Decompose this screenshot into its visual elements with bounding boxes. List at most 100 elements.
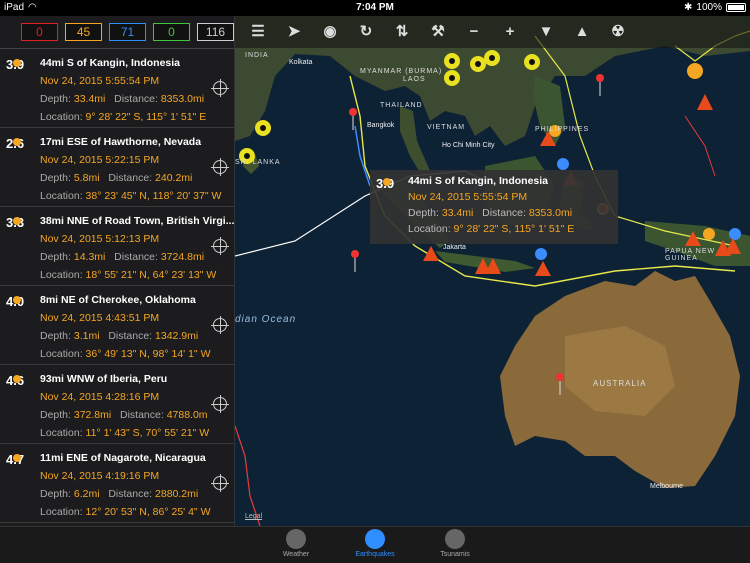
- filter-chip[interactable]: 0: [21, 23, 58, 41]
- quake-place: 11mi ENE of Nagarote, Nicaragua: [40, 452, 206, 464]
- city-bangkok: Bangkok: [367, 122, 395, 129]
- quake-time: Nov 24, 2015 5:12:13 PM: [40, 233, 160, 245]
- quake-location-row: Location: 9° 28' 22" S, 115° 1' 51" E: [40, 111, 234, 123]
- quake-time: Nov 24, 2015 5:55:54 PM: [40, 75, 160, 87]
- label-vietnam: VIETNAM: [427, 124, 466, 131]
- crosshair-icon[interactable]: [211, 316, 229, 334]
- sort-icon[interactable]: ⇅: [389, 19, 415, 45]
- quake-magnitude: 3.9: [6, 57, 24, 72]
- crosshair-icon[interactable]: [211, 79, 229, 97]
- quake-magnitude: 4.6: [6, 373, 24, 388]
- crosshair-icon[interactable]: [211, 395, 229, 413]
- refresh-icon[interactable]: ↻: [353, 19, 379, 45]
- quake-location-row: Location: 36° 49' 13" N, 98° 14' 1" W: [40, 348, 234, 360]
- distance-label: Distance:: [108, 330, 153, 342]
- quake-mag-dot: [13, 296, 21, 304]
- depth-label: Depth:: [40, 172, 71, 184]
- quake-mag-dot: [13, 138, 21, 146]
- quake-time: Nov 24, 2015 4:19:16 PM: [40, 470, 160, 482]
- quake-location: 36° 49' 13" N, 98° 14' 1" W: [85, 348, 211, 360]
- eye-icon[interactable]: ◉: [317, 19, 343, 45]
- callout-distance: 8353.0mi: [528, 207, 573, 219]
- distance-label: Distance:: [114, 93, 158, 105]
- city-melbourne: Melbourne: [650, 483, 684, 490]
- weather-icon: [286, 529, 306, 549]
- map-canvas: [235, 16, 750, 526]
- quake-place: 44mi S of Kangin, Indonesia: [40, 57, 181, 69]
- tab-tsunamis[interactable]: Tsunamis: [425, 529, 485, 558]
- quake-time: Nov 24, 2015 4:28:16 PM: [40, 391, 160, 403]
- battery-percent: 100%: [696, 2, 722, 13]
- depth-label: Depth:: [40, 251, 71, 263]
- quake-depth-row: Depth: 372.8mi Distance: 4788.0m: [40, 409, 234, 421]
- callout-depth-row: Depth: 33.4mi Distance: 8353.0mi: [408, 207, 610, 219]
- callout-mag-dot: [383, 178, 391, 186]
- earthquake-list: 3.9 44mi S of Kangin, Indonesia Nov 24, 20…: [0, 48, 234, 523]
- quake-location-row: Location: 12° 20' 53" N, 86° 25' 4" W: [40, 506, 234, 518]
- quake-location-row: Location: 11° 1' 43" S, 70° 55' 21" W: [40, 427, 234, 439]
- label-philippines: PHILIPPINES: [535, 126, 590, 133]
- callout-location: 9° 28' 22" S, 115° 1' 51" E: [453, 223, 575, 235]
- crosshair-icon[interactable]: [211, 474, 229, 492]
- quake-distance: 4788.0m: [166, 409, 208, 421]
- status-time: 7:04 PM: [356, 2, 394, 13]
- crosshair-icon[interactable]: [211, 237, 229, 255]
- quake-distance: 8353.0mi: [160, 93, 205, 105]
- quake-place: 17mi ESE of Hawthorne, Nevada: [40, 136, 202, 148]
- map-view[interactable]: ☰ ➤ ◉ ↻ ⇅ ⚒ − + ▼ ▲ ☢ INDIA MYANMAR (BURMA) LAOS T…: [235, 16, 750, 526]
- locate-icon[interactable]: ➤: [281, 19, 307, 45]
- filter-chip[interactable]: 116: [197, 23, 234, 41]
- crosshair-icon[interactable]: [211, 158, 229, 176]
- wrench-icon[interactable]: ⚒: [425, 19, 451, 45]
- radiation-icon[interactable]: ☢: [605, 19, 631, 45]
- label-thailand: THAILAND: [380, 102, 423, 109]
- triangle-icon[interactable]: ▲: [569, 19, 595, 45]
- quake-distance: 2880.2mi: [155, 488, 199, 500]
- distance-label: Distance:: [114, 251, 158, 263]
- label-australia: AUSTRALIA: [593, 379, 647, 388]
- quake-place: 38mi NNE of Road Town, British Virgi...: [40, 215, 234, 227]
- magnitude-filters: 0 45 71 0 116: [0, 16, 234, 48]
- quake-depth: 6.2mi: [73, 488, 100, 500]
- quake-location-row: Location: 38° 23' 45" N, 118° 20' 37" W: [40, 190, 234, 202]
- list-item[interactable]: 3.9 44mi S of Kangin, Indonesia Nov 24, 20…: [0, 49, 234, 128]
- zoom-out-icon[interactable]: −: [461, 19, 487, 45]
- quake-location-row: Location: 18° 55' 21" N, 64° 23' 13" W: [40, 269, 234, 281]
- menu-icon[interactable]: ☰: [245, 19, 271, 45]
- tab-label: Weather: [282, 551, 310, 558]
- filter-chip[interactable]: 0: [153, 23, 190, 41]
- callout-location-label: Location:: [408, 223, 451, 235]
- quake-distance: 240.2mi: [155, 172, 193, 184]
- filter-chip[interactable]: 45: [65, 23, 102, 41]
- quake-depth: 14.3mi: [73, 251, 106, 263]
- battery-fill: [728, 5, 744, 10]
- quake-time: Nov 24, 2015 4:43:51 PM: [40, 312, 160, 324]
- distance-label: Distance:: [108, 488, 153, 500]
- tab-earthquakes[interactable]: Earthquakes: [345, 529, 405, 558]
- list-item[interactable]: 3.3 38mi NNE of Road Town, British Virgi.…: [0, 207, 234, 286]
- quake-callout[interactable]: 3.9 44mi S of Kangin, Indonesia Nov 24, …: [370, 170, 618, 244]
- distance-label: Distance:: [108, 172, 153, 184]
- list-item[interactable]: 4.0 8mi NE of Cherokee, Oklahoma Nov 24, 2…: [0, 286, 234, 365]
- quake-magnitude: 3.3: [6, 215, 24, 230]
- filter-icon[interactable]: ▼: [533, 19, 559, 45]
- location-label: Location:: [40, 190, 83, 202]
- filter-chip[interactable]: 71: [109, 23, 146, 41]
- quake-depth-row: Depth: 33.4mi Distance: 8353.0mi: [40, 93, 234, 105]
- depth-label: Depth:: [40, 93, 71, 105]
- quake-depth: 3.1mi: [73, 330, 100, 342]
- label-sri-lanka: SRI LANKA: [235, 159, 281, 166]
- quake-distance: 1342.9mi: [155, 330, 199, 342]
- list-item[interactable]: 4.6 93mi WNW of Iberia, Peru Nov 24, 2015 …: [0, 365, 234, 444]
- callout-time: Nov 24, 2015 5:55:54 PM: [408, 191, 528, 203]
- legal-link[interactable]: Legal: [245, 513, 262, 520]
- zoom-in-icon[interactable]: +: [497, 19, 523, 45]
- tab-weather[interactable]: Weather: [266, 529, 326, 558]
- location-label: Location:: [40, 427, 83, 439]
- callout-distance-label: Distance:: [482, 207, 526, 219]
- callout-magnitude: 3.9: [376, 176, 394, 191]
- list-item[interactable]: 4.7 11mi ENE of Nagarote, Nicaragua Nov 24…: [0, 444, 234, 523]
- quake-depth-row: Depth: 6.2mi Distance: 2880.2mi: [40, 488, 234, 500]
- quake-location: 38° 23' 45" N, 118° 20' 37" W: [85, 190, 222, 202]
- list-item[interactable]: 2.6 17mi ESE of Hawthorne, Nevada Nov 24, …: [0, 128, 234, 207]
